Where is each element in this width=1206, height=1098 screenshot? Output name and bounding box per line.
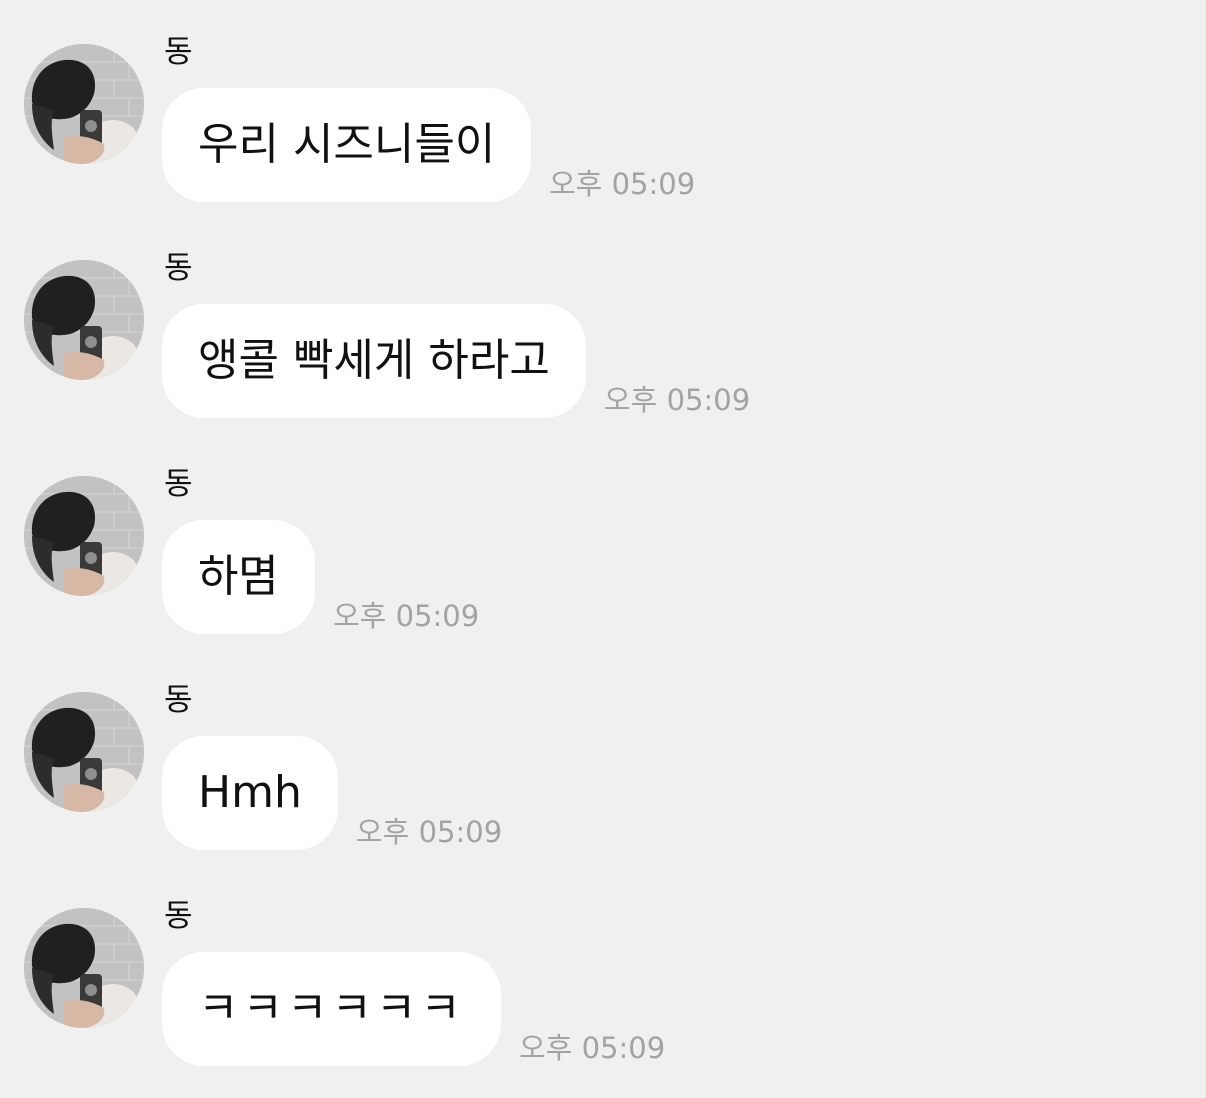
profile-photo-icon bbox=[24, 692, 144, 812]
avatar[interactable] bbox=[24, 692, 144, 812]
sender-name: 동 bbox=[164, 682, 193, 718]
message-row: 동 하몀 오후 05:09 bbox=[0, 432, 1206, 648]
profile-photo-icon bbox=[24, 908, 144, 1028]
message-time: 오후 05:09 bbox=[604, 383, 751, 417]
avatar[interactable] bbox=[24, 44, 144, 164]
message-bubble[interactable]: ㅋㅋㅋㅋㅋㅋ bbox=[162, 952, 501, 1066]
message-bubble[interactable]: 우리 시즈니들이 bbox=[162, 88, 532, 202]
message-text: Hmh bbox=[198, 767, 302, 818]
message-text: 하몀 bbox=[198, 551, 279, 602]
message-time: 오후 05:09 bbox=[356, 815, 503, 849]
message-bubble[interactable]: 하몀 bbox=[162, 520, 315, 634]
message-time: 오후 05:09 bbox=[549, 167, 696, 201]
sender-name: 동 bbox=[164, 34, 193, 70]
message-row: 동 우리 시즈니들이 오후 05:09 bbox=[0, 0, 1206, 216]
avatar[interactable] bbox=[24, 260, 144, 380]
chat-view: 동 우리 시즈니들이 오후 05:09 동 앵콜 빡세게 하라고 오후 05:0… bbox=[0, 0, 1206, 1098]
profile-photo-icon bbox=[24, 260, 144, 380]
sender-name: 동 bbox=[164, 898, 193, 934]
message-row: 동 Hmh 오후 05:09 bbox=[0, 648, 1206, 864]
message-row: 동 앵콜 빡세게 하라고 오후 05:09 bbox=[0, 216, 1206, 432]
profile-photo-icon bbox=[24, 44, 144, 164]
sender-name: 동 bbox=[164, 250, 193, 286]
message-text: ㅋㅋㅋㅋㅋㅋ bbox=[198, 983, 465, 1034]
message-time: 오후 05:09 bbox=[333, 599, 480, 633]
message-time: 오후 05:09 bbox=[519, 1031, 666, 1065]
avatar[interactable] bbox=[24, 476, 144, 596]
message-bubble[interactable]: 앵콜 빡세게 하라고 bbox=[162, 304, 586, 418]
sender-name: 동 bbox=[164, 466, 193, 502]
message-bubble[interactable]: Hmh bbox=[162, 736, 338, 850]
message-text: 앵콜 빡세게 하라고 bbox=[198, 335, 550, 386]
avatar[interactable] bbox=[24, 908, 144, 1028]
profile-photo-icon bbox=[24, 476, 144, 596]
message-text: 우리 시즈니들이 bbox=[198, 119, 496, 170]
message-row: 동 ㅋㅋㅋㅋㅋㅋ 오후 05:09 bbox=[0, 864, 1206, 1080]
